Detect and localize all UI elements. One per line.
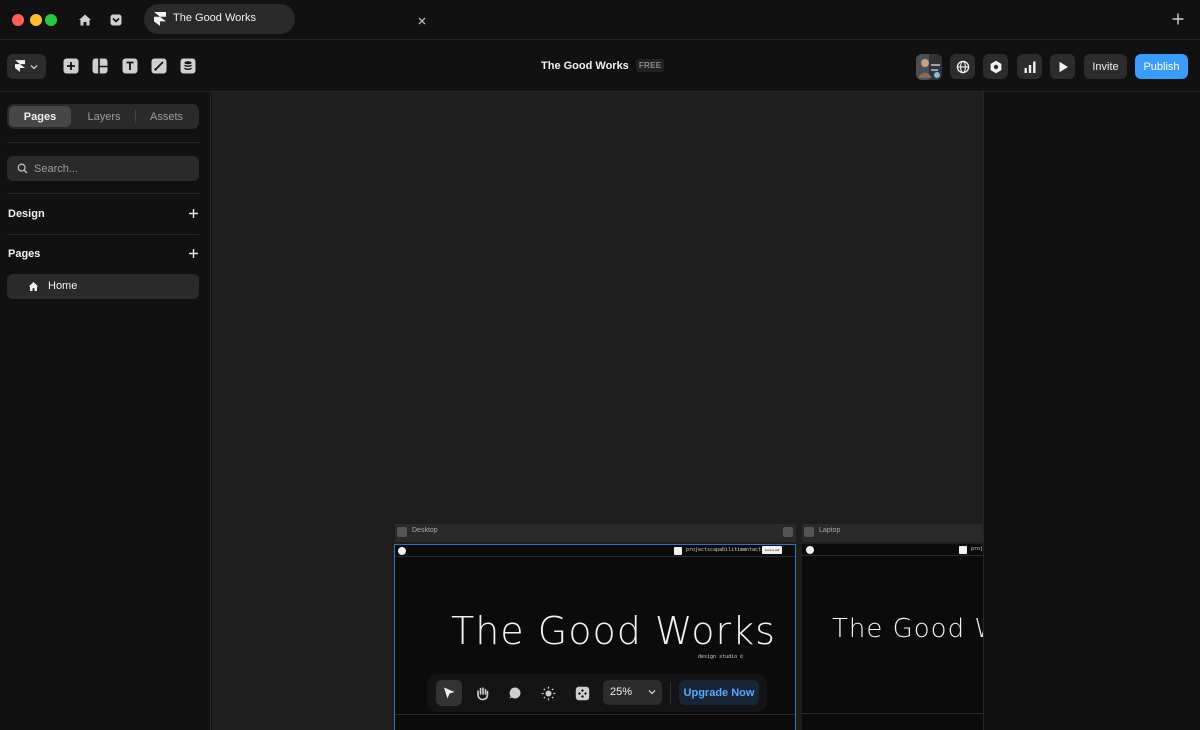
site-divider (802, 713, 983, 714)
globe-icon (956, 60, 969, 73)
chevron-down-icon (30, 65, 38, 70)
new-tab-icon[interactable] (1171, 12, 1185, 26)
canvas[interactable]: Desktop projects capabilities contact bo… (212, 92, 983, 730)
framer-logo-icon (154, 12, 166, 26)
site-logo (398, 547, 406, 555)
site-nav-icon (959, 546, 967, 554)
site-hero-title: The Good Works (451, 609, 776, 653)
section-title-pages: Pages (8, 248, 41, 260)
add-breakpoint-icon[interactable] (783, 527, 793, 537)
search-input[interactable] (34, 156, 194, 181)
frame-label: Desktop (412, 527, 438, 534)
divider (7, 142, 199, 143)
upgrade-button[interactable]: Upgrade Now (679, 680, 759, 705)
invite-button[interactable]: Invite (1084, 54, 1127, 79)
title-bar: The Good Works (0, 0, 1200, 40)
close-window-button[interactable] (12, 14, 24, 26)
preview-button[interactable] (1050, 54, 1075, 79)
right-panel (983, 92, 1200, 730)
gear-icon (990, 60, 1001, 73)
frame-laptop[interactable]: projects The Good Works (802, 544, 983, 730)
components-icon (575, 686, 589, 700)
cms-database-icon[interactable] (180, 58, 196, 74)
bar-chart-icon (1024, 61, 1035, 73)
cursor-arrow-icon (444, 687, 455, 699)
play-icon[interactable] (397, 527, 407, 537)
play-icon (1059, 61, 1068, 72)
site-settings-button[interactable] (950, 54, 975, 79)
chevron-down-icon (648, 690, 656, 695)
site-subtitle: design studio © (698, 654, 744, 660)
page-item-home[interactable]: Home (7, 274, 199, 299)
project-title-group[interactable]: The Good Works FREE (541, 59, 665, 72)
play-icon[interactable] (804, 527, 814, 537)
select-tool-button[interactable] (436, 680, 462, 706)
site-nav: projects capabilities contact book a cal… (395, 545, 795, 557)
left-sidebar: Pages Layers Assets Design Pages Home (0, 92, 211, 730)
main-menu-button[interactable] (7, 54, 46, 79)
comment-tool-button[interactable] (502, 680, 528, 706)
frame-header-desktop[interactable]: Desktop (395, 524, 796, 542)
maximize-window-button[interactable] (45, 14, 57, 26)
section-title-design: Design (8, 208, 45, 220)
publish-button[interactable]: Publish (1135, 54, 1188, 79)
search-box (7, 156, 199, 181)
zoom-select[interactable]: 25% (603, 680, 662, 705)
main-toolbar: The Good Works FREE Invite Publish (0, 41, 1200, 92)
framer-logo-icon (15, 60, 25, 72)
analytics-button[interactable] (1017, 54, 1042, 79)
vector-pen-icon[interactable] (151, 58, 167, 74)
app-window: The Good Works The Good Works FREE Invit… (0, 0, 1200, 730)
hand-icon (476, 686, 488, 700)
add-design-icon[interactable] (188, 208, 199, 219)
text-icon[interactable] (122, 58, 138, 74)
add-page-icon[interactable] (188, 248, 199, 259)
site-nav-link: projects (971, 546, 983, 552)
theme-toggle-button[interactable] (535, 680, 561, 706)
project-title: The Good Works (541, 59, 629, 72)
site-nav-link: projects (686, 547, 711, 553)
site-divider (395, 714, 795, 715)
layout-icon[interactable] (92, 58, 108, 74)
divider (7, 193, 199, 194)
sun-icon (541, 686, 555, 700)
sidebar-tabs: Pages Layers Assets (7, 104, 199, 129)
close-tab-icon[interactable] (417, 16, 427, 26)
frame-header-laptop[interactable]: Laptop (802, 524, 983, 542)
minimize-window-button[interactable] (30, 14, 42, 26)
site-logo (806, 546, 814, 554)
settings-button[interactable] (983, 54, 1008, 79)
search-icon (17, 163, 28, 174)
components-button[interactable] (569, 680, 595, 706)
insert-icon[interactable] (63, 58, 79, 74)
tab-title: The Good Works (173, 12, 256, 24)
site-nav-link: contact (740, 547, 762, 553)
divider (7, 234, 199, 235)
tab-pages[interactable]: Pages (9, 106, 71, 127)
tab-assets[interactable]: Assets (136, 106, 197, 127)
home-icon (28, 282, 39, 291)
bottom-toolbar: 25% Upgrade Now (427, 674, 767, 712)
toolbar-separator (670, 682, 671, 704)
hand-tool-button[interactable] (469, 680, 495, 706)
tab-layers[interactable]: Layers (73, 106, 135, 127)
zoom-value: 25% (610, 686, 633, 698)
site-nav: projects (802, 544, 983, 556)
avatar[interactable] (916, 54, 942, 80)
home-icon[interactable] (76, 11, 94, 29)
frame-label: Laptop (819, 527, 841, 534)
site-nav-icon (674, 547, 682, 555)
plan-badge: FREE (635, 59, 665, 72)
site-hero-title: The Good Works (832, 614, 983, 644)
site-cta: book a call (762, 546, 783, 554)
tab-project[interactable]: The Good Works (144, 4, 426, 34)
inbox-icon[interactable] (107, 11, 125, 29)
page-label: Home (48, 280, 78, 292)
comment-icon (509, 687, 521, 699)
